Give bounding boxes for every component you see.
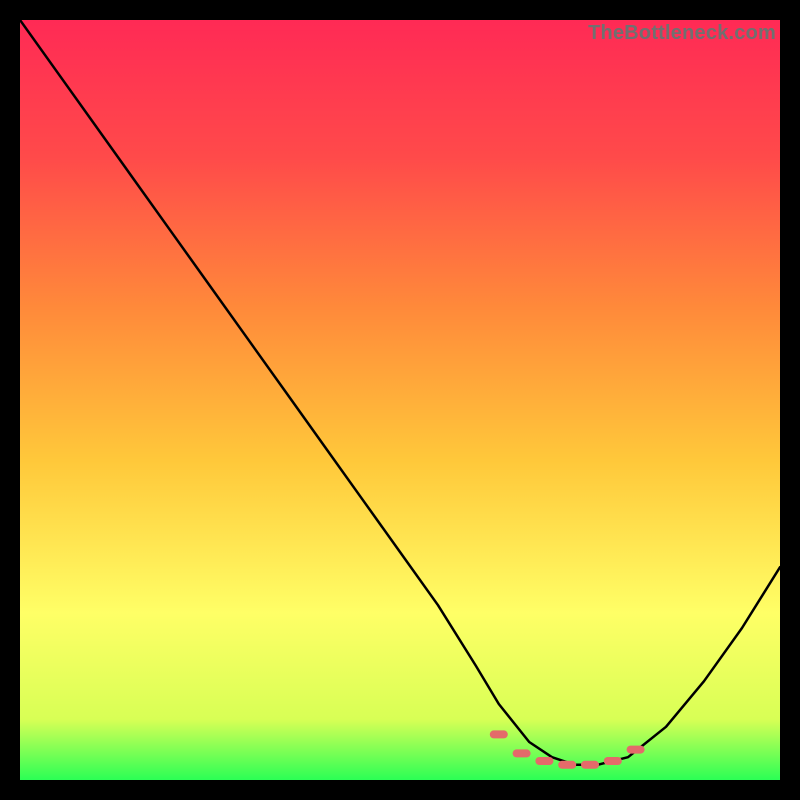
chart-svg <box>20 20 780 780</box>
chart-frame: TheBottleneck.com <box>20 20 780 780</box>
watermark-label: TheBottleneck.com <box>588 22 776 45</box>
marker-dot <box>513 749 531 757</box>
marker-dot <box>581 761 599 769</box>
marker-dot <box>627 746 645 754</box>
marker-dot <box>490 730 508 738</box>
marker-dot <box>535 757 553 765</box>
gradient-background <box>20 20 780 780</box>
marker-dot <box>604 757 622 765</box>
marker-dot <box>558 761 576 769</box>
